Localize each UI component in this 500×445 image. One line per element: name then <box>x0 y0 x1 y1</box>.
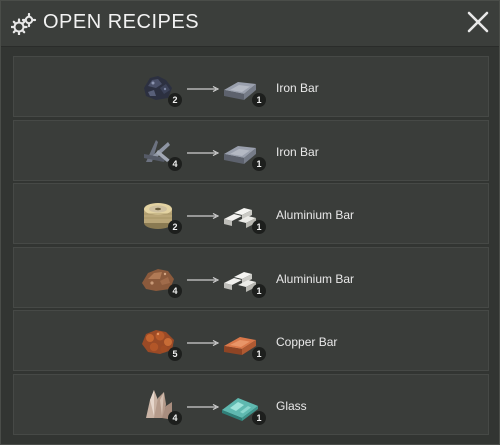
recipe-row[interactable]: 2 1 Iron Bar <box>13 56 489 117</box>
recipe-list: 2 1 Iron Bar 4 1 Iron Bar 2 1 Aluminium … <box>13 56 489 437</box>
ingredient-quantity-badge: 2 <box>168 93 182 107</box>
gears-icon <box>11 13 37 35</box>
panel-header: OPEN RECIPES <box>1 1 499 47</box>
recipe-row[interactable]: 4 1 Iron Bar <box>13 119 489 181</box>
recipe-row[interactable]: 2 1 Aluminium Bar <box>13 183 489 244</box>
recipe-row[interactable]: 5 1 Copper Bar <box>13 310 489 371</box>
ingredient-quantity-badge: 4 <box>168 156 182 171</box>
result-quantity-badge: 1 <box>252 410 266 425</box>
result-label: Iron Bar <box>276 144 319 159</box>
recipe-row[interactable]: 4 1 Aluminium Bar <box>13 246 489 308</box>
result-quantity-badge: 1 <box>252 156 266 171</box>
result-label: Aluminium Bar <box>276 271 355 286</box>
recipe-row[interactable]: 4 1 Glass <box>13 373 489 435</box>
result-quantity-badge: 1 <box>252 283 266 298</box>
result-quantity-badge: 1 <box>252 347 266 361</box>
result-label: Aluminium Bar <box>276 208 355 222</box>
arrow-right-icon <box>187 340 219 346</box>
ingredient-quantity-badge: 2 <box>168 220 182 234</box>
arrow-right-icon <box>187 276 219 283</box>
arrow-right-icon <box>187 86 219 92</box>
result-label: Copper Bar <box>276 335 338 349</box>
open-recipes-panel: OPEN RECIPES 2 1 Iron Bar 4 1 Iron Bar 2… <box>0 0 500 445</box>
page-title: OPEN RECIPES <box>43 11 200 33</box>
ingredient-quantity-badge: 5 <box>168 347 182 361</box>
arrow-right-icon <box>187 149 219 156</box>
result-quantity-badge: 1 <box>252 220 266 234</box>
result-label: Glass <box>276 398 307 413</box>
close-icon[interactable] <box>465 9 491 35</box>
result-label: Iron Bar <box>276 81 319 95</box>
ingredient-quantity-badge: 4 <box>168 283 182 298</box>
arrow-right-icon <box>187 213 219 219</box>
ingredient-quantity-badge: 4 <box>168 410 182 425</box>
arrow-right-icon <box>187 403 219 410</box>
result-quantity-badge: 1 <box>252 93 266 107</box>
